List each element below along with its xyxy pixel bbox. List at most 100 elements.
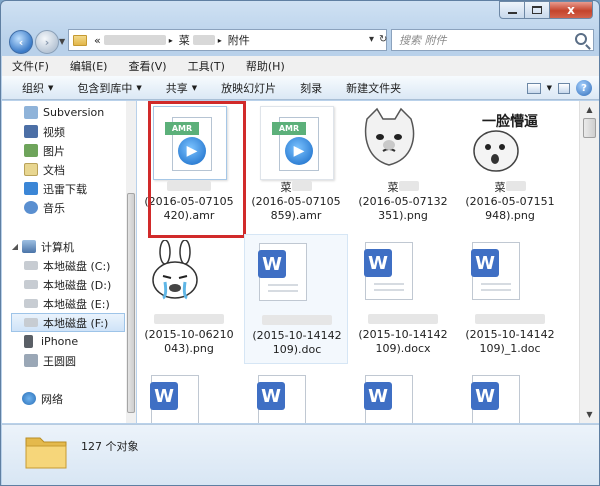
search-box[interactable]: 搜索 附件 [391, 29, 594, 51]
iphone-icon [24, 335, 33, 348]
file-item[interactable]: 菜 (2016-05-07132 351).png [351, 101, 455, 231]
file-item[interactable]: AMR ▶ (2016-05-07105 420).amr [137, 101, 246, 238]
refresh-icon[interactable]: ↻ [379, 34, 387, 45]
menu-view[interactable]: 查看(V) [128, 58, 166, 74]
file-name-line: 043).png [164, 342, 214, 355]
computer-icon [22, 240, 36, 253]
maximize-button[interactable] [525, 1, 550, 19]
address-overflow[interactable]: « [94, 34, 101, 47]
wps-document-icon: W [471, 242, 520, 300]
file-item[interactable]: W [244, 367, 348, 423]
cat-face-thumbnail [364, 107, 415, 166]
file-name-line: (2016-05-07132 [358, 195, 448, 208]
menu-file[interactable]: 文件(F) [12, 58, 49, 74]
name-redacted [505, 181, 526, 191]
scroll-up-icon[interactable]: ▲ [582, 102, 597, 117]
address-crumb-partial[interactable]: 菜 [179, 32, 190, 48]
nav-scrollbar[interactable] [126, 101, 136, 423]
back-button[interactable]: ‹ [9, 30, 33, 54]
item-count: 127 个对象 [81, 440, 139, 453]
burn-button[interactable]: 刻录 [300, 80, 322, 96]
share-button[interactable]: 共享 ▼ [166, 80, 197, 96]
command-bar: 组织 ▼ 包含到库中 ▼ 共享 ▼ 放映幻灯片 刻录 新建文件夹 ▼ ? [2, 76, 599, 100]
scrollbar-thumb[interactable] [583, 118, 596, 138]
wps-document-icon: W [258, 243, 307, 301]
minimize-button[interactable] [499, 1, 525, 19]
slideshow-label: 放映幻灯片 [221, 81, 277, 95]
preview-pane-icon[interactable] [558, 82, 570, 94]
nav-label: 网络 [41, 392, 63, 406]
highlight-frame [148, 101, 246, 238]
file-item[interactable]: W [458, 367, 562, 423]
maximize-icon [532, 6, 542, 14]
file-item[interactable]: W [351, 367, 455, 423]
wps-document-icon: W [364, 242, 413, 300]
wps-badge: W [257, 382, 285, 410]
nav-label: 本地磁盘 (F:) [43, 316, 109, 330]
share-label: 共享 [165, 81, 188, 95]
user-folder-icon [24, 354, 38, 367]
doc-line [481, 289, 511, 291]
doc-line [268, 284, 298, 286]
address-bar[interactable]: « ▸ 菜 ▸ 附件 [68, 29, 387, 51]
address-separator-2[interactable]: ▸ [218, 36, 222, 45]
menu-edit[interactable]: 编辑(E) [70, 58, 108, 74]
file-name-line: 109).doc [272, 343, 322, 356]
include-library-button[interactable]: 包含到库中 ▼ [77, 80, 141, 96]
nav-item-computer[interactable]: ◢ 计算机 [10, 237, 134, 256]
close-icon: x [567, 3, 575, 17]
file-name-line: (2015-10-14142 [358, 328, 448, 341]
forward-arrow-icon: › [44, 35, 50, 49]
nav-scrollbar-thumb[interactable] [127, 193, 135, 413]
file-item[interactable]: 一脸懵逼 菜 (2016-05-07151 948).png [458, 101, 562, 231]
wps-badge: W [471, 249, 499, 277]
history-dropdown-icon[interactable]: ▼ [59, 37, 65, 46]
slideshow-button[interactable]: 放映幻灯片 [221, 80, 276, 96]
thunder-download-icon [24, 182, 38, 195]
view-dropdown-icon[interactable]: ▼ [547, 84, 552, 92]
forward-button[interactable]: › [35, 30, 59, 54]
file-name: (2015-10-06210 043).png [137, 314, 241, 356]
new-folder-button[interactable]: 新建文件夹 [346, 80, 401, 96]
audio-play-icon: ▶ [285, 137, 313, 165]
file-name-line: 948).png [485, 209, 535, 222]
search-icon[interactable] [575, 33, 587, 45]
file-item[interactable]: W (2015-10-14142 109).docx [351, 234, 455, 364]
chevron-down-icon: ▼ [136, 83, 142, 92]
address-separator[interactable]: ▸ [169, 36, 173, 45]
nav-label: 计算机 [41, 240, 74, 254]
file-name: (2015-10-14142 109).doc [245, 315, 349, 357]
scroll-down-icon[interactable]: ▼ [582, 407, 597, 422]
file-item[interactable]: W (2015-10-14142 109).doc [244, 234, 348, 364]
file-name-line: 菜 [280, 181, 292, 194]
wps-badge: W [471, 382, 499, 410]
file-view-scrollbar[interactable]: ▲ ▼ [579, 101, 599, 423]
nav-item-drive-f[interactable]: 本地磁盘 (F:) [11, 313, 125, 332]
file-name-line: 菜 [387, 181, 399, 194]
nav-label: Subversion [43, 106, 105, 119]
close-button[interactable]: x [550, 1, 593, 19]
expand-icon[interactable]: ◢ [10, 242, 20, 251]
address-crumb-folder[interactable]: 附件 [228, 32, 250, 48]
file-item[interactable]: AMR ▶ 菜 (2016-05-07105 859).amr [244, 101, 348, 231]
folder-icon [73, 34, 87, 46]
organize-label: 组织 [22, 81, 44, 95]
drive-icon [24, 318, 38, 327]
organize-button[interactable]: 组织 ▼ [22, 80, 53, 96]
menu-tools[interactable]: 工具(T) [188, 58, 225, 74]
documents-icon [24, 163, 38, 176]
file-item[interactable]: (2015-10-06210 043).png [137, 234, 241, 364]
file-item[interactable]: W [137, 367, 241, 423]
wps-document-icon: W [150, 375, 199, 423]
menu-help[interactable]: 帮助(H) [246, 58, 285, 74]
file-name-line: (2015-10-06210 [144, 328, 234, 341]
pictures-icon [24, 144, 38, 157]
caption-buttons: x [499, 1, 593, 19]
help-icon[interactable]: ? [576, 80, 592, 96]
nav-label: 文档 [43, 163, 65, 177]
file-item[interactable]: W (2015-10-14142 109)_1.doc [458, 234, 562, 364]
view-icon[interactable] [526, 82, 541, 94]
nav-item-network[interactable]: 网络 [10, 389, 134, 408]
address-dropdown-icon[interactable]: ▾ [369, 34, 374, 45]
file-thumbnail: AMR ▶ [260, 106, 334, 180]
